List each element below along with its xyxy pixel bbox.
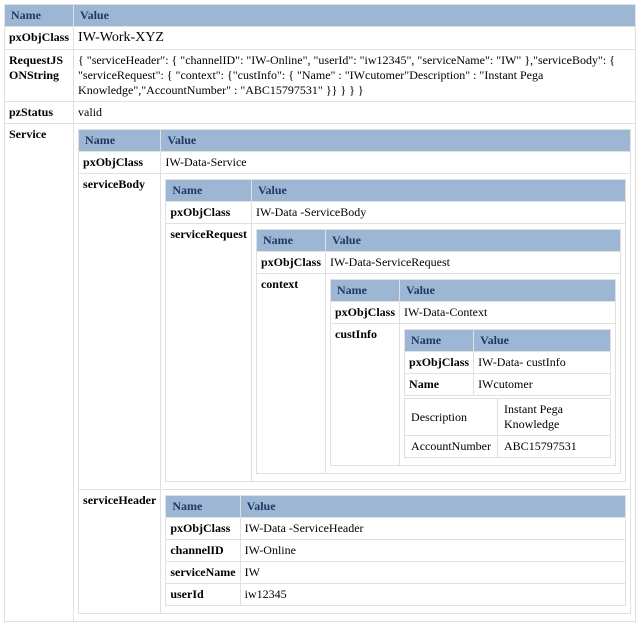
row-service-pxobjclass: pxObjClass IW-Data-Service — [79, 152, 631, 174]
col-name: Name — [166, 496, 240, 518]
row-sh-channelid: channelID IW-Online — [166, 540, 626, 562]
table-header-row: Name Value — [331, 280, 616, 302]
label-service: Service — [5, 124, 74, 622]
row-sb-pxobjclass: pxObjClass IW-Data -ServiceBody — [166, 202, 626, 224]
value: IW-Data-Service — [161, 152, 631, 174]
col-value: Value — [400, 280, 616, 302]
row-pxobjclass: pxObjClass IW-Work-XYZ — [5, 27, 636, 50]
service-table: Name Value pxObjClass IW-Data-Service se… — [78, 129, 631, 614]
value: iw12345 — [240, 584, 625, 606]
label: pxObjClass — [166, 202, 252, 224]
label: pxObjClass — [405, 352, 474, 374]
context-table: Name Value pxObjClass — [330, 279, 616, 466]
row-sr-pxobjclass: pxObjClass IW-Data-ServiceRequest — [256, 252, 620, 274]
col-value: Value — [251, 180, 625, 202]
row-context: context — [256, 274, 620, 474]
label: serviceRequest — [166, 224, 252, 482]
row-ci-pxobjclass: pxObjClass IW-Data- custInfo — [405, 352, 611, 374]
serviceheader-table: Name Value pxObjClass IW-Data -ServiceHe… — [165, 495, 626, 606]
label-pxobjclass: pxObjClass — [5, 27, 74, 50]
custinfo-extra-table: Description Instant Pega Knowledge — [404, 398, 611, 458]
label-pzstatus: pzStatus — [5, 102, 74, 124]
value: IW-Data -ServiceHeader — [240, 518, 625, 540]
value-requestjsonstring: { "serviceHeader": { "channelID": "IW-On… — [74, 50, 636, 102]
row-sh-pxobjclass: pxObjClass IW-Data -ServiceHeader — [166, 518, 626, 540]
value: IW — [240, 562, 625, 584]
value-pxobjclass: IW-Work-XYZ — [74, 27, 636, 50]
label: serviceHeader — [79, 490, 161, 614]
col-name: Name — [5, 5, 74, 27]
value: IW-Online — [240, 540, 625, 562]
table-header-row: Name Value — [405, 330, 611, 352]
label: Description — [405, 399, 498, 436]
row-ci-description: Description Instant Pega Knowledge — [405, 399, 611, 436]
label: AccountNumber — [405, 436, 498, 458]
servicebody-table: Name Value pxObjClass IW-Data -ServiceBo… — [165, 179, 626, 482]
row-ci-accountnumber: AccountNumber ABC15797531 — [405, 436, 611, 458]
row-ctx-pxobjclass: pxObjClass IW-Data-Context — [331, 302, 616, 324]
row-servicerequest: serviceRequest N — [166, 224, 626, 482]
row-sh-userid: userId iw12345 — [166, 584, 626, 606]
table-header-row: Name Value — [166, 496, 626, 518]
table-header-row: Name Value — [5, 5, 636, 27]
col-value: Value — [74, 5, 636, 27]
table-header-row: Name Value — [256, 230, 620, 252]
value: ABC15797531 — [498, 436, 611, 458]
row-sh-servicename: serviceName IW — [166, 562, 626, 584]
row-ci-name: Name IWcutomer — [405, 374, 611, 396]
col-name: Name — [405, 330, 474, 352]
col-name: Name — [256, 230, 325, 252]
row-custinfo: custInfo — [331, 324, 616, 466]
label: userId — [166, 584, 240, 606]
label-requestjsonstring: RequestJSONString — [5, 50, 74, 102]
label: pxObjClass — [331, 302, 400, 324]
label: Name — [405, 374, 474, 396]
value-pzstatus: valid — [74, 102, 636, 124]
label: context — [256, 274, 325, 474]
clipboard-root-table: Name Value pxObjClass IW-Work-XYZ Reques… — [4, 4, 636, 622]
label: pxObjClass — [256, 252, 325, 274]
row-requestjsonstring: RequestJSONString { "serviceHeader": { "… — [5, 50, 636, 102]
value: IW-Data-ServiceRequest — [326, 252, 621, 274]
col-value: Value — [240, 496, 625, 518]
col-value: Value — [474, 330, 611, 352]
col-value: Value — [161, 130, 631, 152]
label: pxObjClass — [166, 518, 240, 540]
row-pzstatus: pzStatus valid — [5, 102, 636, 124]
custinfo-table: Name Value pxObjCl — [404, 329, 611, 396]
col-name: Name — [79, 130, 161, 152]
row-service: Service Name Value pxObjClass IW-Data-Se… — [5, 124, 636, 622]
value: Instant Pega Knowledge — [498, 399, 611, 436]
value: IWcutomer — [474, 374, 611, 396]
value: IW-Data -ServiceBody — [251, 202, 625, 224]
row-servicebody: serviceBody Name Value — [79, 174, 631, 490]
table-header-row: Name Value — [79, 130, 631, 152]
value: IW-Data- custInfo — [474, 352, 611, 374]
col-name: Name — [331, 280, 400, 302]
row-serviceheader: serviceHeader Name Value — [79, 490, 631, 614]
label: channelID — [166, 540, 240, 562]
table-header-row: Name Value — [166, 180, 626, 202]
label: custInfo — [331, 324, 400, 466]
col-name: Name — [166, 180, 252, 202]
servicerequest-table: Name Value pxObjClass IW-Data-ServiceReq… — [256, 229, 621, 474]
value: IW-Data-Context — [400, 302, 616, 324]
label: serviceBody — [79, 174, 161, 490]
label: pxObjClass — [79, 152, 161, 174]
label: serviceName — [166, 562, 240, 584]
col-value: Value — [326, 230, 621, 252]
